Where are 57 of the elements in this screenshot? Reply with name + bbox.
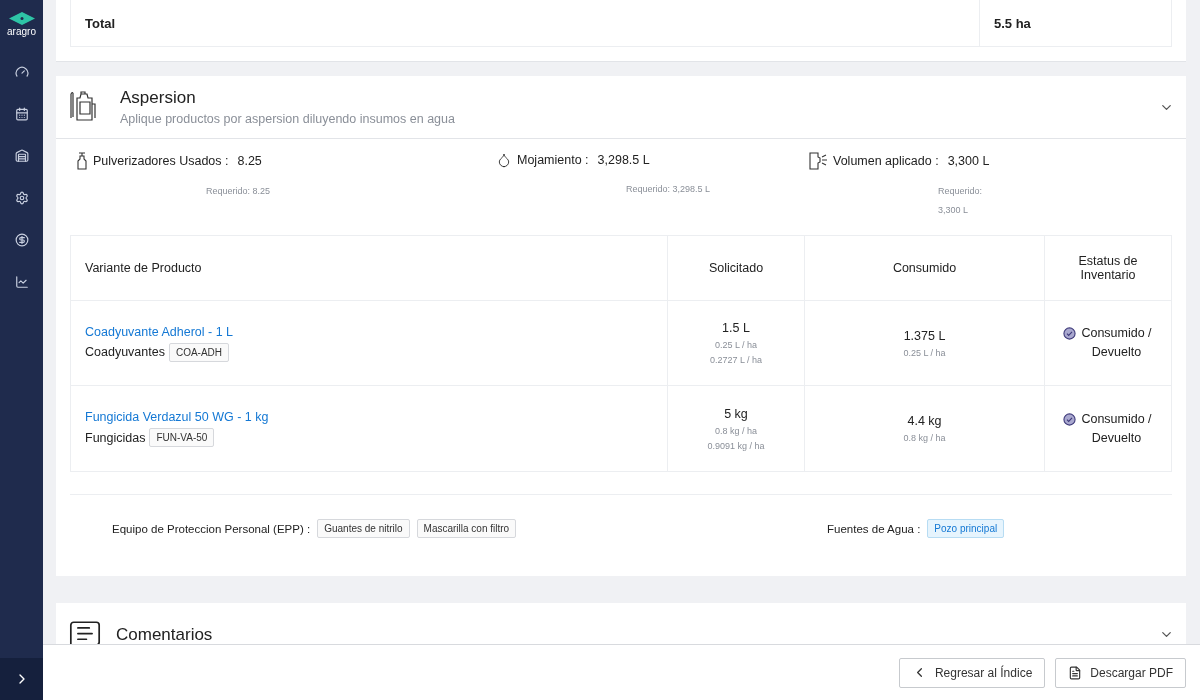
metric-label: Pulverizadores Usados : — [93, 154, 229, 168]
water-source-tag: Pozo principal — [927, 519, 1005, 538]
column-header: Solicitado — [667, 236, 804, 300]
check-circle-icon — [1063, 327, 1076, 340]
consumed-amount: 4.4 kg — [907, 414, 942, 428]
logo-text: aragro — [7, 26, 36, 37]
check-circle-icon — [1063, 412, 1076, 426]
product-code-tag: FUN-VA-50 — [149, 428, 215, 447]
epp-tag: Guantes de nitrilo — [317, 519, 410, 538]
consumed-amount: 1.375 L — [903, 328, 946, 343]
total-label: Total — [84, 14, 117, 33]
required-text: Requerido: 3,300 L — [938, 185, 984, 217]
rate-text: 0.9091 kg / ha — [707, 440, 765, 451]
requested-amount: 1.5 L — [722, 321, 750, 335]
required-text: Requerido: 3,298.5 L — [626, 183, 712, 196]
document-icon — [1068, 665, 1083, 680]
epp-tag: Mascarilla con filtro — [416, 519, 517, 538]
section-title: Comentarios — [116, 624, 214, 644]
required-text: Requerido: 8.25 — [206, 185, 272, 198]
metric-value: 3,300 L — [947, 154, 990, 168]
dollar-icon[interactable] — [14, 232, 29, 247]
gauge-icon[interactable] — [14, 64, 29, 79]
warehouse-icon[interactable] — [14, 148, 29, 163]
back-button[interactable]: Regresar al Índice — [898, 657, 1046, 688]
download-pdf-button[interactable]: Descargar PDF — [1055, 657, 1186, 688]
chart-icon[interactable] — [14, 274, 29, 289]
logo-icon — [8, 12, 35, 25]
spray-nozzle-icon — [808, 152, 828, 170]
rate-text: 0.8 kg / ha — [903, 433, 946, 443]
bottle-icon — [76, 152, 88, 170]
metric-label: Mojamiento : — [517, 153, 589, 167]
product-link[interactable]: Coadyuvante Adherol - 1 L — [85, 324, 234, 339]
category-text: Fungicidas — [85, 430, 146, 445]
column-header: Consumido — [804, 236, 1044, 300]
section-subtitle: Aplique productos por aspersion diluyendo insumos en agua — [120, 112, 456, 126]
column-header: Estatus de Inventario — [1044, 236, 1171, 300]
column-header: Variante de Producto — [84, 260, 203, 277]
water-label: Fuentes de Agua : — [827, 522, 921, 535]
rate-text: 0.25 L / ha — [903, 347, 946, 358]
status-text: Consumido / Devuelto — [1080, 325, 1153, 361]
drop-icon — [496, 152, 512, 168]
category-text: Coadyuvantes — [85, 345, 165, 359]
metric-value: 8.25 — [237, 154, 262, 168]
epp-label: Equipo de Proteccion Personal (EPP) : — [112, 522, 311, 535]
rate-text: 0.25 L / ha — [714, 340, 758, 350]
metric-value: 3,298.5 L — [597, 153, 650, 167]
requested-amount: 5 kg — [724, 406, 748, 421]
metric-label: Volumen aplicado : — [833, 154, 939, 168]
status-text: Consumido / Devuelto — [1080, 410, 1153, 447]
calendar-icon[interactable] — [14, 106, 29, 121]
total-value: 5.5 ha — [979, 0, 1171, 46]
product-code-tag: COA-ADH — [168, 342, 230, 362]
rate-text: 0.8 kg / ha — [715, 425, 757, 436]
product-link[interactable]: Fungicida Verdazul 50 WG - 1 kg — [85, 410, 269, 424]
settings-icon[interactable] — [14, 190, 29, 205]
rate-text: 0.2727 L / ha — [709, 355, 763, 365]
section-title: Aspersion — [120, 88, 197, 108]
